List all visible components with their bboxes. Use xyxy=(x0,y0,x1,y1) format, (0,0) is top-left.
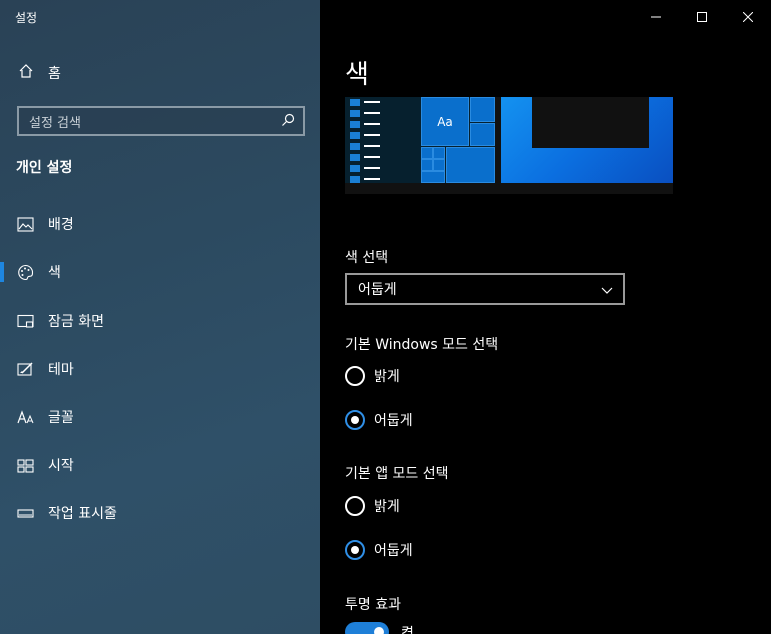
start-icon xyxy=(17,457,34,474)
chevron-down-icon xyxy=(601,280,613,299)
windows-mode-label: 기본 Windows 모드 선택 xyxy=(345,337,499,353)
preview-start-menu: Aa xyxy=(345,97,495,183)
sidebar: 설정 홈 설정 검색 개인 설정 배경 색 잠금 화면 테마 글꼴 시작 작업 … xyxy=(0,0,320,634)
sidebar-item-label: 잠금 화면 xyxy=(48,314,104,330)
app-mode-label: 기본 앱 모드 선택 xyxy=(345,466,449,482)
sidebar-item-label: 시작 xyxy=(48,458,74,474)
app-title: 설정 xyxy=(15,11,38,25)
sidebar-item-theme[interactable]: 테마 xyxy=(0,352,320,386)
radio-circle[interactable] xyxy=(345,410,365,430)
preview-desktop xyxy=(501,97,673,183)
main-panel: 색 Aa 색 선택 어둡게 기본 Windows 모드 선택 밝게 어둡게 기본… xyxy=(320,0,771,634)
sidebar-item-label: 색 xyxy=(48,265,61,281)
maximize-icon xyxy=(697,7,707,26)
home-link[interactable]: 홈 xyxy=(18,62,61,84)
home-label: 홈 xyxy=(48,66,61,82)
preview-tiles: Aa xyxy=(421,97,495,183)
sidebar-item-label: 테마 xyxy=(48,362,74,378)
color-select-value: 어둡게 xyxy=(358,282,397,298)
sidebar-item-label: 작업 표시줄 xyxy=(48,506,117,522)
lock-screen-icon xyxy=(17,313,34,330)
sidebar-item-background[interactable]: 배경 xyxy=(0,207,320,241)
sidebar-item-fonts[interactable]: 글꼴 xyxy=(0,400,320,434)
close-icon xyxy=(742,7,754,26)
search-input[interactable]: 설정 검색 xyxy=(29,112,281,131)
sidebar-item-color[interactable]: 색 xyxy=(0,255,320,289)
section-title: 개인 설정 xyxy=(16,160,73,176)
sidebar-item-taskbar[interactable]: 작업 표시줄 xyxy=(0,496,320,530)
font-icon xyxy=(17,409,34,426)
radio-label: 밝게 xyxy=(374,369,400,385)
image-icon xyxy=(17,216,34,233)
windows-mode-light-radio[interactable]: 밝게 xyxy=(345,365,400,387)
transparency-label: 투명 효과 xyxy=(345,597,401,613)
taskbar-icon xyxy=(17,505,34,522)
radio-label: 어둡게 xyxy=(374,413,413,429)
transparency-toggle[interactable] xyxy=(345,622,389,634)
page-title: 색 xyxy=(345,60,369,90)
radio-circle[interactable] xyxy=(345,496,365,516)
preview-tile-text: Aa xyxy=(421,97,469,146)
color-select-label: 색 선택 xyxy=(345,250,389,266)
sidebar-item-label: 글꼴 xyxy=(48,410,74,426)
window-controls xyxy=(633,0,771,32)
radio-label: 어둡게 xyxy=(374,543,413,559)
radio-circle[interactable] xyxy=(345,366,365,386)
home-icon xyxy=(18,63,34,83)
app-mode-light-radio[interactable]: 밝게 xyxy=(345,495,400,517)
sidebar-item-lock-screen[interactable]: 잠금 화면 xyxy=(0,304,320,338)
sidebar-item-start[interactable]: 시작 xyxy=(0,448,320,482)
transparency-toggle-label: 켬 xyxy=(401,626,414,634)
app-mode-dark-radio[interactable]: 어둡게 xyxy=(345,539,413,561)
close-button[interactable] xyxy=(725,0,771,32)
selected-indicator xyxy=(0,262,4,282)
preview-window xyxy=(532,97,649,148)
palette-icon xyxy=(17,264,34,281)
theme-icon xyxy=(17,361,34,378)
maximize-button[interactable] xyxy=(679,0,725,32)
windows-mode-dark-radio[interactable]: 어둡게 xyxy=(345,409,413,431)
radio-label: 밝게 xyxy=(374,499,400,515)
sidebar-item-label: 배경 xyxy=(48,217,74,233)
radio-circle[interactable] xyxy=(345,540,365,560)
minimize-icon xyxy=(651,7,661,26)
theme-preview: Aa xyxy=(345,97,673,194)
minimize-button[interactable] xyxy=(633,0,679,32)
search-box[interactable]: 설정 검색 xyxy=(17,106,305,136)
color-select-dropdown[interactable]: 어둡게 xyxy=(345,273,625,305)
search-icon[interactable] xyxy=(281,112,295,131)
